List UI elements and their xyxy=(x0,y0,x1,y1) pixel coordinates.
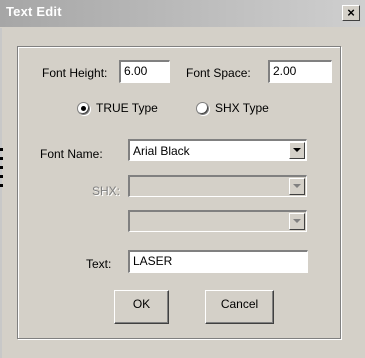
font-height-field[interactable]: 6.00 xyxy=(119,60,170,83)
text-label: Text: xyxy=(86,257,112,271)
shx-type-label[interactable]: SHX Type xyxy=(215,101,269,115)
font-name-value: Arial Black xyxy=(133,144,190,158)
shx-dropdown-button xyxy=(289,178,305,195)
cancel-button[interactable]: Cancel xyxy=(205,290,274,324)
window-title: Text Edit xyxy=(6,4,62,19)
shx-type-radio[interactable] xyxy=(196,102,209,115)
edge-marks xyxy=(0,148,3,208)
font-name-label: Font Name: xyxy=(40,147,103,161)
font-space-field[interactable]: 2.00 xyxy=(268,60,332,83)
shx-label: SHX: xyxy=(92,184,121,198)
shx-secondary-select xyxy=(128,210,307,232)
chevron-down-icon xyxy=(293,219,301,223)
text-edit-dialog: Text Edit × Font Height: 6.00 Font Space… xyxy=(0,0,365,358)
font-name-select[interactable]: Arial Black xyxy=(128,139,307,161)
ok-button[interactable]: OK xyxy=(114,290,169,324)
text-input[interactable]: LASER xyxy=(128,250,308,273)
chevron-down-icon xyxy=(293,184,301,188)
font-name-dropdown-button[interactable] xyxy=(289,142,305,159)
ok-button-label: OK xyxy=(132,297,151,311)
shx-secondary-dropdown-button xyxy=(289,213,305,230)
close-icon: × xyxy=(347,5,355,20)
font-height-label: Font Height: xyxy=(42,66,108,80)
true-type-label[interactable]: TRUE Type xyxy=(96,101,158,115)
font-space-label: Font Space: xyxy=(186,66,251,80)
chevron-down-icon xyxy=(293,148,301,152)
close-button[interactable]: × xyxy=(342,5,360,21)
true-type-radio[interactable] xyxy=(77,102,90,115)
shx-select xyxy=(128,175,307,197)
cancel-button-label: Cancel xyxy=(220,297,259,311)
title-bar[interactable]: Text Edit × xyxy=(0,0,365,27)
radio-selected-icon xyxy=(81,106,86,111)
